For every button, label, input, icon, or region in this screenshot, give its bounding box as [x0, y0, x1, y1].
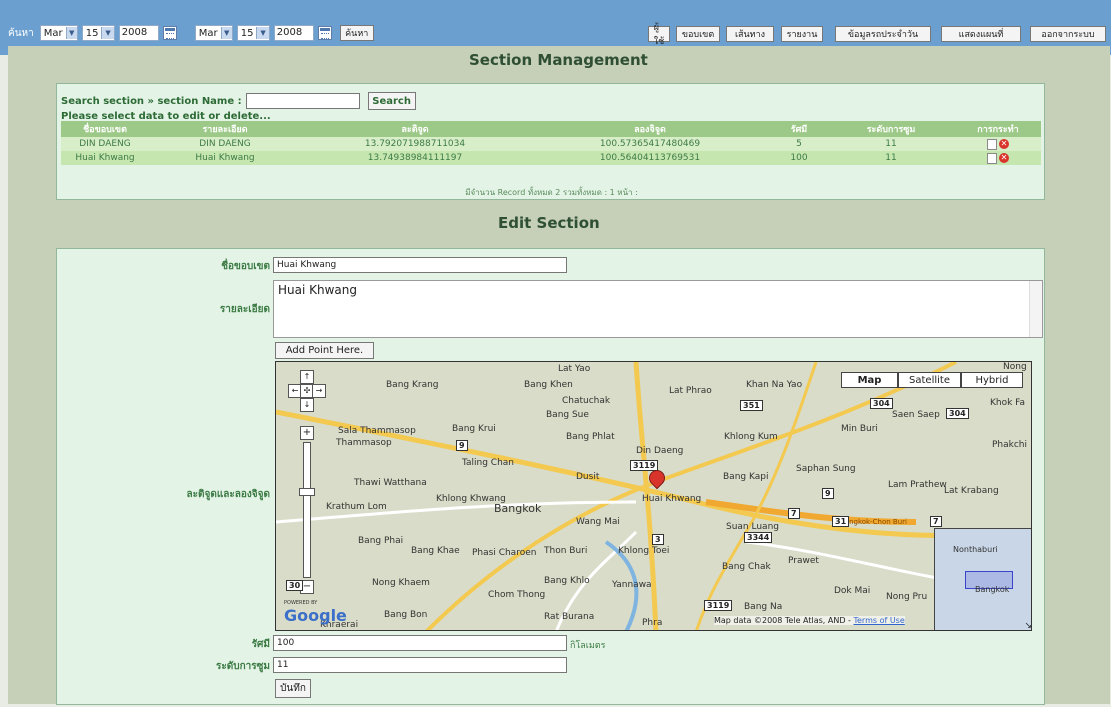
- delete-icon[interactable]: ✕: [999, 139, 1009, 149]
- detail-label: รายละเอียด: [219, 304, 270, 315]
- chevron-down-icon: ▼: [256, 27, 269, 39]
- calendar-icon[interactable]: [162, 26, 177, 40]
- cell-name: DIN DAENG: [61, 137, 149, 151]
- to-day-select[interactable]: 15 ▼: [236, 25, 270, 41]
- road-shield: 9: [822, 488, 834, 499]
- section-search-input[interactable]: [245, 93, 360, 109]
- cell-longitude: 100.57365417480469: [529, 137, 771, 151]
- section-search-label: Search section » section Name :: [61, 95, 242, 107]
- terms-link[interactable]: Terms of Use: [853, 616, 904, 625]
- overview-place-label: Bangkok: [975, 585, 1010, 594]
- date-filter: ค้นหา Mar ▼ 15 ▼ 2008 Mar ▼ 15 ▼ 2008 ค้นหา: [8, 25, 374, 41]
- road-shield: 30: [286, 580, 304, 591]
- column-header: รายละเอียด: [149, 121, 301, 137]
- nav-report-button[interactable]: รายงาน: [781, 26, 823, 42]
- column-header: ละติจูด: [301, 121, 529, 137]
- cell-zoom: 11: [827, 137, 955, 151]
- road-shield: 351: [740, 400, 763, 411]
- overview-place-label: Nonthaburi: [953, 545, 998, 554]
- calendar-icon[interactable]: [317, 26, 332, 40]
- road-shield: 31: [832, 516, 850, 527]
- cell-detail: DIN DAENG: [149, 137, 301, 151]
- table-row[interactable]: DIN DAENG DIN DAENG 13.792071988711034 1…: [61, 137, 1041, 151]
- search-label: ค้นหา: [8, 27, 34, 39]
- detail-text: Huai Khwang: [278, 283, 357, 297]
- radius-label: รัศมี: [251, 639, 270, 650]
- road-shield: 3: [652, 534, 664, 545]
- overview-map[interactable]: Nonthaburi Bangkok ↘: [934, 528, 1031, 630]
- cell-actions: ✕: [955, 137, 1041, 151]
- road-shield: 304: [870, 398, 893, 409]
- record-count: มีจำนวน Record ทั้งหมด 2 รวมทั้งหมด : 1 …: [465, 188, 638, 197]
- nav-show-map-button[interactable]: แสดงแผนที่: [941, 26, 1021, 42]
- road-shield: 3119: [704, 600, 733, 611]
- google-map[interactable]: ↑ ← ✣ → ↓ + − Map Satellite Hybrid Bang …: [275, 361, 1032, 631]
- road-shield: 7: [930, 516, 942, 527]
- latlng-label: ละติจูดและลองจิจูด: [186, 489, 270, 500]
- from-day-select[interactable]: 15 ▼: [81, 25, 115, 41]
- cell-radius: 100: [771, 151, 827, 165]
- section-management-title: Section Management: [469, 51, 648, 69]
- add-point-button[interactable]: Add Point Here.: [275, 342, 374, 359]
- detail-textarea[interactable]: Huai Khwang: [273, 280, 1043, 338]
- radius-input[interactable]: 100: [273, 635, 567, 651]
- cell-latitude: 13.792071988711034: [301, 137, 529, 151]
- cell-longitude: 100.56404113769531: [529, 151, 771, 165]
- chevron-down-icon: ▼: [65, 27, 77, 39]
- name-label: ชื่อขอบเขต: [221, 261, 270, 272]
- nav-logout-button[interactable]: ออกจากระบบ: [1030, 26, 1106, 42]
- cell-actions: ✕: [955, 151, 1041, 165]
- edit-section-title: Edit Section: [498, 214, 600, 232]
- road-shield: 9: [456, 440, 468, 451]
- map-copyright: Map data ©2008 Tele Atlas, AND - Terms o…: [714, 616, 905, 625]
- nav-route-button[interactable]: เส้นทาง: [726, 26, 774, 42]
- section-search-row: Search section » section Name : Search: [61, 92, 416, 110]
- radius-unit: กิโลเมตร: [570, 641, 606, 651]
- from-year-input[interactable]: 2008: [118, 25, 159, 41]
- cell-name: Huai Khwang: [61, 151, 149, 165]
- nav-users-button[interactable]: ผู้ใช้: [648, 23, 670, 47]
- cell-radius: 5: [771, 137, 827, 151]
- section-name-input[interactable]: Huai Khwang: [273, 257, 567, 273]
- collapse-overview-icon[interactable]: ↘: [1024, 621, 1031, 630]
- scrollbar[interactable]: [1029, 281, 1042, 337]
- nav-daily-data-button[interactable]: ข้อมูลรถประจำวัน: [835, 26, 931, 42]
- cell-latitude: 13.74938984111197: [301, 151, 529, 165]
- search-button[interactable]: ค้นหา: [339, 25, 374, 41]
- nav-boundary-button[interactable]: ขอบเขต: [676, 26, 720, 42]
- cell-detail: Huai Khwang: [149, 151, 301, 165]
- road-shields: 351 304 304 9 3119 9 7 31 3344 3 3119 7 …: [276, 362, 1031, 630]
- from-month-select[interactable]: Mar ▼: [39, 25, 78, 41]
- table-header-row: ชื่อขอบเขต รายละเอียด ละติจูด ลองจิจูด ร…: [61, 121, 1041, 137]
- save-button[interactable]: บันทึก: [275, 679, 311, 698]
- section-search-button[interactable]: Search: [367, 92, 416, 110]
- zoom-level-label: ระดับการซูม: [215, 661, 270, 672]
- edit-icon[interactable]: [987, 152, 997, 164]
- table-row[interactable]: Huai Khwang Huai Khwang 13.7493898411119…: [61, 151, 1041, 165]
- column-header: ระดับการซูม: [827, 121, 955, 137]
- road-shield: 3344: [744, 532, 773, 543]
- chevron-down-icon: ▼: [101, 27, 114, 39]
- road-shield: 7: [788, 508, 800, 519]
- column-header: การกระทำ: [955, 121, 1041, 137]
- column-header: รัศมี: [771, 121, 827, 137]
- section-list-panel: Search section » section Name : Search P…: [56, 83, 1045, 200]
- delete-icon[interactable]: ✕: [999, 153, 1009, 163]
- google-logo: Google: [284, 606, 347, 625]
- chevron-down-icon: ▼: [220, 27, 232, 39]
- cell-zoom: 11: [827, 151, 955, 165]
- zoom-level-input[interactable]: 11: [273, 657, 567, 673]
- to-year-input[interactable]: 2008: [273, 25, 314, 41]
- road-shield: 304: [946, 408, 969, 419]
- column-header: ชื่อขอบเขต: [61, 121, 149, 137]
- edit-icon[interactable]: [987, 138, 997, 150]
- to-month-select[interactable]: Mar ▼: [194, 25, 233, 41]
- section-table: ชื่อขอบเขต รายละเอียด ละติจูด ลองจิจูด ร…: [61, 121, 1041, 165]
- column-header: ลองจิจูด: [529, 121, 771, 137]
